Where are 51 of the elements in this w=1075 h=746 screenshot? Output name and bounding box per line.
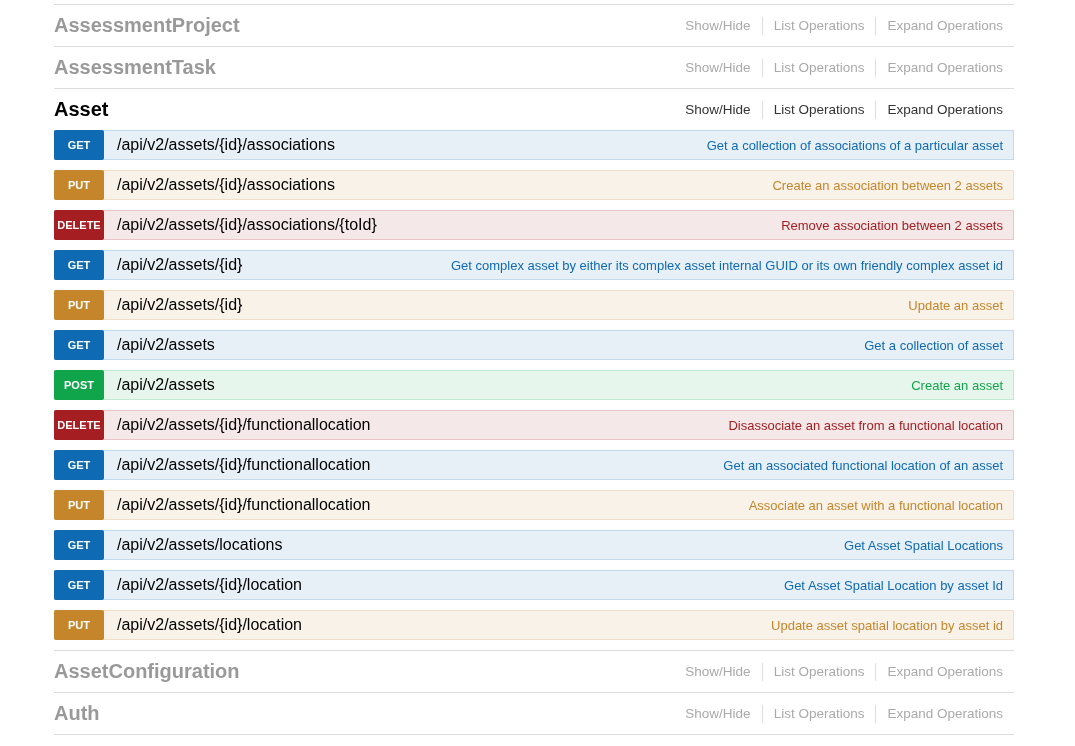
endpoint-path[interactable]: /api/v2/assets/{id}/location <box>117 576 302 594</box>
endpoint-path[interactable]: /api/v2/assets/{id}/functionallocation <box>117 416 371 434</box>
endpoint-summary: Update asset spatial location by asset id <box>771 617 1004 633</box>
http-method-badge[interactable]: GET <box>54 250 104 280</box>
endpoint-path[interactable]: /api/v2/assets/{id} <box>117 296 243 314</box>
endpoint-path[interactable]: /api/v2/assets/{id}/associations <box>117 176 335 194</box>
http-method-badge[interactable]: GET <box>54 330 104 360</box>
operation-bar[interactable]: PUT /api/v2/assets/{id}/location Update asset spatial location by asset id <box>54 610 1014 640</box>
operation-bar[interactable]: PUT /api/v2/assets/{id}/functionallocation Associate an asset with a functional location <box>54 490 1014 520</box>
endpoint-path[interactable]: /api/v2/assets/{id}/associations/{toId} <box>117 216 377 234</box>
resource-heading[interactable]: Asset <box>54 98 109 121</box>
endpoint-path[interactable]: /api/v2/assets/locations <box>117 536 283 554</box>
endpoint-summary: Remove association between 2 assets <box>781 217 1004 233</box>
http-method-badge[interactable]: DELETE <box>54 210 104 240</box>
endpoint-path[interactable]: /api/v2/assets/{id} <box>117 256 243 274</box>
operation-bar[interactable]: DELETE /api/v2/assets/{id}/associations/{toId} Remove association between 2 assets <box>54 210 1014 240</box>
endpoint-summary: Get Asset Spatial Locations <box>844 537 1004 553</box>
endpoint-summary: Get a collection of associations of a particular asset <box>706 137 1004 153</box>
heading-link[interactable]: Show/Hide <box>685 102 762 117</box>
endpoint-summary: Get complex asset by either its complex asset internal GUID or its own friendly complex asset id <box>451 257 1004 273</box>
operation-bar[interactable]: GET /api/v2/assets/{id} Get complex asset by either its complex asset internal GUID or its own friendly complex asset id <box>54 250 1014 280</box>
endpoint-path[interactable]: /api/v2/assets <box>117 376 215 394</box>
http-method-badge[interactable]: GET <box>54 530 104 560</box>
http-method-badge[interactable]: GET <box>54 570 104 600</box>
endpoint-summary: Create an association between 2 assets <box>772 177 1004 193</box>
endpoint-path[interactable]: /api/v2/assets/{id}/functionallocation <box>117 496 371 514</box>
endpoint-summary: Disassociate an asset from a functional location <box>728 417 1004 433</box>
operation-bar[interactable]: DELETE /api/v2/assets/{id}/functionallocation Disassociate an asset from a functional location <box>54 410 1014 440</box>
endpoint-summary: Get an associated functional location of an asset <box>723 457 1004 473</box>
operation-bar[interactable]: POST /api/v2/assets Create an asset <box>54 370 1014 400</box>
endpoint-summary: Create an asset <box>911 377 1004 393</box>
operation-bar[interactable]: GET /api/v2/assets/{id}/location Get Asset Spatial Location by asset Id <box>54 570 1014 600</box>
operation-bar[interactable]: GET /api/v2/assets/locations Get Asset Spatial Locations <box>54 530 1014 560</box>
heading-link[interactable]: Expand Operations <box>876 102 1003 117</box>
endpoint-path[interactable]: /api/v2/assets/{id}/associations <box>117 136 335 154</box>
operation-bar[interactable]: PUT /api/v2/assets/{id} Update an asset <box>54 290 1014 320</box>
operation-bar[interactable]: GET /api/v2/assets Get a collection of asset <box>54 330 1014 360</box>
http-method-badge[interactable]: GET <box>54 130 104 160</box>
heading-link[interactable]: List Operations <box>762 102 876 117</box>
endpoint-path[interactable]: /api/v2/assets/{id}/location <box>117 616 302 634</box>
http-method-badge[interactable]: DELETE <box>54 410 104 440</box>
endpoint-summary: Get a collection of asset <box>864 337 1004 353</box>
operation-bar[interactable]: GET /api/v2/assets/{id}/functionallocation Get an associated functional location of an asset <box>54 450 1014 480</box>
operation-bar[interactable]: GET /api/v2/assets/{id}/associations Get a collection of associations of a particular asset <box>54 130 1014 160</box>
operation-bar[interactable]: PUT /api/v2/assets/{id}/associations Create an association between 2 assets <box>54 170 1014 200</box>
http-method-badge[interactable]: GET <box>54 450 104 480</box>
endpoint-path[interactable]: /api/v2/assets <box>117 336 215 354</box>
endpoint-summary: Get Asset Spatial Location by asset Id <box>784 577 1004 593</box>
endpoint-path[interactable]: /api/v2/assets/{id}/functionallocation <box>117 456 371 474</box>
endpoint-summary: Update an asset <box>908 297 1004 313</box>
endpoint-summary: Associate an asset with a functional location <box>748 497 1004 513</box>
